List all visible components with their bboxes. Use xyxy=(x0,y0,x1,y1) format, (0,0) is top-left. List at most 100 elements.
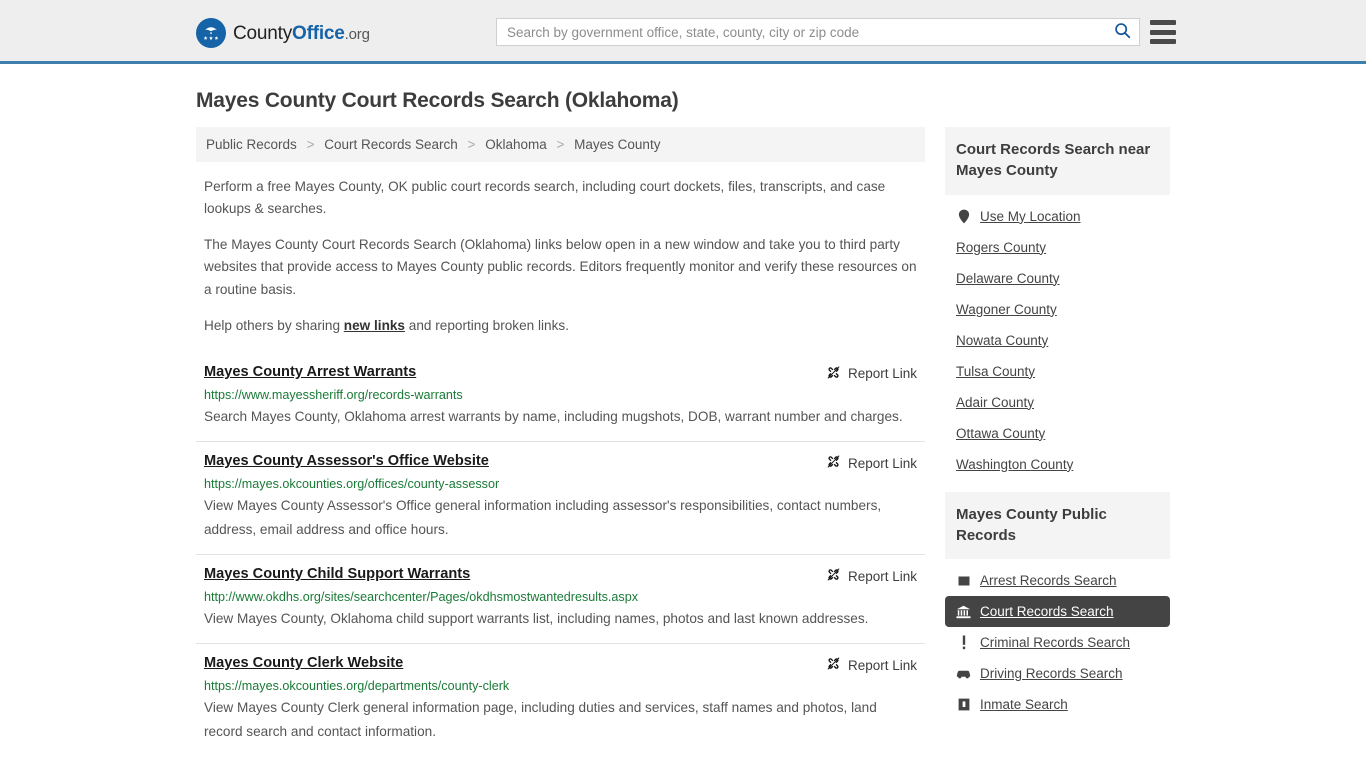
sidebar-item-label[interactable]: Court Records Search xyxy=(980,604,1114,619)
result-url[interactable]: https://mayes.okcounties.org/offices/cou… xyxy=(204,477,917,491)
result-url[interactable]: https://mayes.okcounties.org/departments… xyxy=(204,679,917,693)
result-header: Mayes County Arrest Warrants Report Link xyxy=(204,364,917,383)
sidebar-item-label[interactable]: Nowata County xyxy=(956,333,1048,348)
site-logo-link[interactable]: CountyOffice.org xyxy=(196,18,370,48)
square-icon xyxy=(956,573,971,588)
page-container: Mayes County Court Records Search (Oklah… xyxy=(0,89,1366,756)
results-list: Mayes County Arrest Warrants Report Link… xyxy=(196,353,925,756)
intro-text-before: Help others by sharing xyxy=(204,317,344,333)
result-title-link[interactable]: Mayes County Assessor's Office Website xyxy=(204,453,489,469)
sidebar-item-tulsa-county[interactable]: Tulsa County xyxy=(945,356,1170,387)
report-link-label: Report Link xyxy=(847,657,917,673)
result-item: Mayes County Clerk Website Report Link h… xyxy=(196,643,925,756)
hamburger-bar xyxy=(1150,29,1176,35)
hamburger-bar xyxy=(1150,20,1176,25)
report-link-button[interactable]: Report Link xyxy=(826,566,917,585)
sidebar-item-criminal-records-search[interactable]: Criminal Records Search xyxy=(945,627,1170,658)
sidebar-item-delaware-county[interactable]: Delaware County xyxy=(945,263,1170,294)
result-item: Mayes County Child Support Warrants Repo… xyxy=(196,554,925,643)
sidebar-item-use-my-location[interactable]: Use My Location xyxy=(945,201,1170,232)
intro-paragraph-2: The Mayes County Court Records Search (O… xyxy=(204,237,917,297)
breadcrumb-item-public-records[interactable]: Public Records xyxy=(206,137,297,152)
report-link-label: Report Link xyxy=(847,568,917,584)
brand-text: CountyOffice.org xyxy=(233,24,370,43)
inmate-icon xyxy=(956,697,971,712)
site-header: CountyOffice.org xyxy=(0,0,1366,64)
result-header: Mayes County Assessor's Office Website R… xyxy=(204,453,917,472)
sidebar-item-adair-county[interactable]: Adair County xyxy=(945,387,1170,418)
result-item: Mayes County Arrest Warrants Report Link… xyxy=(196,353,925,441)
sidebar-item-court-records-search[interactable]: Court Records Search xyxy=(945,596,1170,628)
result-header: Mayes County Clerk Website Report Link xyxy=(204,655,917,674)
sidebar-item-label[interactable]: Criminal Records Search xyxy=(980,635,1130,650)
result-title-link[interactable]: Mayes County Arrest Warrants xyxy=(204,364,416,380)
result-header: Mayes County Child Support Warrants Repo… xyxy=(204,566,917,585)
breadcrumb: Public Records > Court Records Search > … xyxy=(196,127,925,162)
report-link-button[interactable]: Report Link xyxy=(826,453,917,472)
eagle-shield-logo-icon xyxy=(196,18,226,48)
sidebar-item-label[interactable]: Use My Location xyxy=(980,209,1081,224)
sidebar-item-rogers-county[interactable]: Rogers County xyxy=(945,232,1170,263)
result-title-link[interactable]: Mayes County Child Support Warrants xyxy=(204,566,470,582)
sidebar-nearby-section: Court Records Search near Mayes County U… xyxy=(945,127,1170,480)
sidebar-item-ottawa-county[interactable]: Ottawa County xyxy=(945,418,1170,449)
sidebar: Court Records Search near Mayes County U… xyxy=(945,127,1170,732)
sidebar-item-washington-county[interactable]: Washington County xyxy=(945,449,1170,480)
breadcrumb-item-court-records-search[interactable]: Court Records Search xyxy=(324,137,458,152)
search-input[interactable] xyxy=(497,19,1105,45)
sidebar-item-label[interactable]: Tulsa County xyxy=(956,364,1035,379)
breadcrumb-item-mayes-county[interactable]: Mayes County xyxy=(574,137,660,152)
report-link-label: Report Link xyxy=(847,455,917,471)
sidebar-public-records-section: Mayes County Public Records Arrest Recor… xyxy=(945,491,1170,721)
sidebar-item-label[interactable]: Arrest Records Search xyxy=(980,573,1117,588)
search-button[interactable] xyxy=(1105,19,1139,45)
sidebar-item-label[interactable]: Adair County xyxy=(956,395,1034,410)
exclamation-icon xyxy=(956,635,971,650)
sidebar-nearby-list: Use My Location Rogers County Delaware C… xyxy=(945,195,1170,480)
sidebar-item-driving-records-search[interactable]: Driving Records Search xyxy=(945,658,1170,689)
map-pin-icon xyxy=(956,209,971,224)
breadcrumb-item-oklahoma[interactable]: Oklahoma xyxy=(485,137,547,152)
broken-link-icon xyxy=(826,656,841,674)
brand-part-org: .org xyxy=(344,25,370,43)
result-url[interactable]: https://www.mayessheriff.org/records-war… xyxy=(204,388,917,402)
result-description: Search Mayes County, Oklahoma arrest war… xyxy=(204,408,903,424)
sidebar-public-records-list: Arrest Records Search Court Records Sear… xyxy=(945,559,1170,720)
intro-paragraph-3: Help others by sharing new links and rep… xyxy=(196,315,925,337)
breadcrumb-separator: > xyxy=(467,137,476,152)
hamburger-menu-icon[interactable] xyxy=(1150,20,1176,44)
result-item: Mayes County Assessor's Office Website R… xyxy=(196,441,925,554)
result-url[interactable]: http://www.okdhs.org/sites/searchcenter/… xyxy=(204,590,917,604)
sidebar-item-label[interactable]: Washington County xyxy=(956,457,1073,472)
main-column: Public Records > Court Records Search > … xyxy=(196,127,925,756)
sidebar-item-wagoner-county[interactable]: Wagoner County xyxy=(945,294,1170,325)
report-link-button[interactable]: Report Link xyxy=(826,655,917,674)
broken-link-icon xyxy=(826,365,841,383)
sidebar-nearby-heading: Court Records Search near Mayes County xyxy=(945,127,1170,195)
hamburger-bar xyxy=(1150,39,1176,44)
breadcrumb-separator: > xyxy=(306,137,315,152)
sidebar-item-label[interactable]: Driving Records Search xyxy=(980,666,1123,681)
brand-part-county: County xyxy=(233,22,293,44)
result-description: View Mayes County, Oklahoma child suppor… xyxy=(204,611,869,627)
search-icon xyxy=(1114,22,1131,42)
broken-link-icon xyxy=(826,567,841,585)
result-title-link[interactable]: Mayes County Clerk Website xyxy=(204,655,403,671)
report-link-button[interactable]: Report Link xyxy=(826,364,917,383)
sidebar-item-label[interactable]: Rogers County xyxy=(956,240,1046,255)
intro-paragraph-1: Perform a free Mayes County, OK public c… xyxy=(204,179,886,217)
intro-text-after: and reporting broken links. xyxy=(405,317,569,333)
result-description: View Mayes County Clerk general informat… xyxy=(204,700,877,739)
sidebar-item-label[interactable]: Wagoner County xyxy=(956,302,1057,317)
sidebar-item-nowata-county[interactable]: Nowata County xyxy=(945,325,1170,356)
sidebar-item-inmate-search[interactable]: Inmate Search xyxy=(945,689,1170,720)
new-links-link[interactable]: new links xyxy=(344,318,405,333)
sidebar-item-label[interactable]: Delaware County xyxy=(956,271,1060,286)
brand-part-office: Office xyxy=(292,22,345,44)
search-bar[interactable] xyxy=(496,18,1140,46)
result-description: View Mayes County Assessor's Office gene… xyxy=(204,498,882,537)
sidebar-item-label[interactable]: Inmate Search xyxy=(980,697,1068,712)
sidebar-item-label[interactable]: Ottawa County xyxy=(956,426,1045,441)
bank-icon xyxy=(956,604,971,619)
sidebar-item-arrest-records-search[interactable]: Arrest Records Search xyxy=(945,565,1170,596)
